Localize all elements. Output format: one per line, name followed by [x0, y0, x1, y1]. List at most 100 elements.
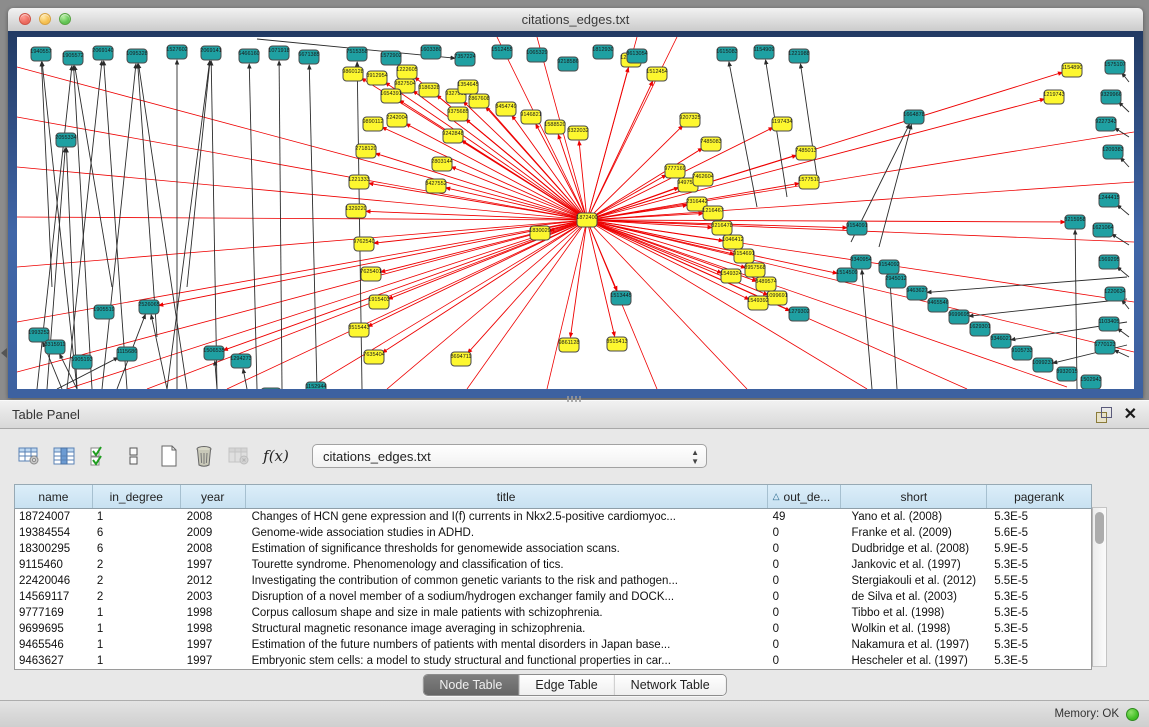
graph-node[interactable]: 1577510 [798, 175, 819, 189]
divider-grip-handle[interactable] [567, 396, 583, 402]
graph-node[interactable]: 1572902 [380, 51, 401, 65]
graph-node[interactable]: 6770123 [1094, 340, 1115, 354]
graph-node[interactable]: 1221333 [348, 175, 369, 189]
row-selection-icon[interactable] [86, 443, 112, 469]
graph-node[interactable]: 8322032 [567, 126, 588, 140]
graph-node[interactable]: 1513445 [610, 291, 631, 305]
graph-node[interactable]: 9154691 [733, 249, 754, 263]
graph-node[interactable]: 7485083 [700, 137, 721, 151]
graph-node[interactable]: 9154091 [846, 221, 867, 235]
graph-node[interactable]: 2718120 [355, 144, 376, 158]
column-header-name[interactable]: name [15, 485, 93, 508]
graph-node[interactable]: 1209383 [1102, 145, 1123, 159]
graph-node[interactable]: 1588520 [544, 120, 565, 134]
graph-node[interactable]: 1219743 [1043, 90, 1064, 104]
graph-node[interactable]: 2945012 [885, 274, 906, 288]
graph-node[interactable]: 7357224 [454, 52, 475, 66]
graph-node[interactable]: 6671385 [298, 50, 319, 64]
table-row[interactable]: 946362711997Embryonic stem cells: a mode… [15, 653, 1091, 669]
graph-node[interactable]: 1046412 [722, 235, 743, 249]
graph-node[interactable]: 1603380 [420, 45, 441, 59]
graph-node[interactable]: 1154909 [753, 45, 774, 59]
graph-node[interactable]: 8427552 [425, 179, 446, 193]
column-header-title[interactable]: title [246, 485, 768, 508]
graph-node[interactable]: 2055334 [55, 133, 76, 147]
panel-collapse-arrow[interactable] [1, 348, 7, 358]
column-header-pagerank[interactable]: pagerank [987, 485, 1091, 508]
graph-node[interactable]: 1872400 [576, 213, 597, 227]
table-row[interactable]: 2242004622012Investigating the contribut… [15, 573, 1091, 589]
graph-node[interactable]: 2526065 [138, 300, 159, 314]
graph-node[interactable]: 1664878 [903, 110, 924, 124]
table-row[interactable]: 977716911998Corpus callosum shape and si… [15, 605, 1091, 621]
graph-node[interactable]: 1615083 [716, 47, 737, 61]
graph-node[interactable]: 9207325 [679, 113, 700, 127]
graph-node[interactable]: 1220634 [1104, 287, 1125, 301]
graph-node[interactable]: 1549324 [720, 269, 741, 283]
graph-node[interactable]: 6466160 [238, 49, 259, 63]
graph-node[interactable]: 2069141 [200, 46, 221, 60]
graph-node[interactable]: 7635404 [363, 350, 384, 364]
graph-node[interactable]: 9227343 [1095, 117, 1116, 131]
graph-node[interactable]: 9465546 [927, 298, 948, 312]
graph-node[interactable]: 3315911 [44, 340, 65, 354]
table-row[interactable]: 946554611997Estimation of the future num… [15, 637, 1091, 653]
table-settings-icon[interactable] [16, 443, 42, 469]
rows-icon[interactable] [121, 443, 147, 469]
table-row[interactable]: 1938455462009Genome-wide association stu… [15, 525, 1091, 541]
network-window-titlebar[interactable]: citations_edges.txt [8, 8, 1143, 32]
graph-node[interactable]: 1071918 [268, 46, 289, 60]
graph-node[interactable]: 1905572 [62, 51, 83, 65]
graph-node[interactable]: 1830029 [529, 226, 550, 240]
graph-node[interactable]: 1099691 [766, 291, 787, 305]
graph-node[interactable]: 7485013 [795, 146, 816, 160]
graph-node[interactable]: 1099231 [1032, 358, 1053, 372]
graph-node[interactable]: 9105733 [1011, 346, 1032, 360]
column-header-out_de[interactable]: △out_de... [768, 485, 842, 508]
table-row[interactable]: 911546021997Tourette syndrome. Phenomeno… [15, 557, 1091, 573]
graph-node[interactable]: 8454749 [495, 102, 516, 116]
delete-table-icon[interactable] [191, 443, 217, 469]
column-header-short[interactable]: short [841, 485, 987, 508]
table-row[interactable]: 1872400712008Changes of HCN gene express… [15, 509, 1091, 525]
graph-node[interactable]: 1065329 [526, 48, 547, 62]
graph-node[interactable]: 2242004 [386, 113, 407, 127]
graph-node[interactable]: 1154890 [1061, 63, 1082, 77]
graph-node[interactable]: 1506535 [203, 346, 224, 360]
graph-node[interactable]: 8346021 [990, 334, 1011, 348]
graph-node[interactable]: 8186328 [418, 83, 439, 97]
graph-node[interactable]: 2867608 [468, 94, 489, 108]
graph-node[interactable]: 9218586 [557, 57, 578, 71]
column-header-year[interactable]: year [181, 485, 246, 508]
graph-node[interactable]: 1502943 [1080, 375, 1101, 389]
graph-node[interactable]: 1197434 [771, 117, 792, 131]
graph-node[interactable]: 8932015 [1056, 367, 1077, 381]
tab-network-table[interactable]: Network Table [614, 675, 726, 695]
graph-node[interactable]: 1549392 [747, 296, 768, 310]
table-vertical-scrollbar[interactable] [1092, 507, 1107, 667]
graph-node[interactable]: 1812930 [592, 45, 613, 59]
graph-node[interactable]: 9154092 [878, 260, 899, 274]
select-columns-icon[interactable] [51, 443, 77, 469]
graph-node[interactable]: 9777169 [664, 164, 685, 178]
graph-node[interactable]: 1222605 [396, 65, 417, 79]
table-row[interactable]: 1830029562008Estimation of significance … [15, 541, 1091, 557]
graph-node[interactable]: 7462604 [692, 172, 713, 186]
graph-node[interactable]: 1629301 [969, 322, 990, 336]
graph-node[interactable]: 1621064 [1092, 223, 1113, 237]
graph-node[interactable]: 1569295 [1098, 255, 1119, 269]
column-header-in_degree[interactable]: in_degree [93, 485, 181, 508]
table-row[interactable]: 1456911722003Disruption of a novel membe… [15, 589, 1091, 605]
graph-node[interactable]: 8694711 [450, 352, 471, 366]
graph-node[interactable]: 8613054 [626, 49, 647, 63]
graph-node[interactable]: 3489574 [755, 277, 776, 291]
graph-node[interactable]: 1354645 [457, 80, 478, 94]
graph-node[interactable]: 1329220 [345, 204, 366, 218]
graph-node[interactable]: 1940557 [30, 47, 51, 61]
graph-node[interactable]: 1527602 [166, 45, 187, 59]
graph-node[interactable]: 9329966 [1100, 90, 1121, 104]
network-graph-canvas[interactable]: 1872400986012889129541222605982750416543… [17, 37, 1134, 389]
graph-node[interactable]: 1512454 [646, 67, 667, 81]
graph-node[interactable]: 8957568 [744, 263, 765, 277]
graph-node[interactable]: 7625401 [360, 267, 381, 281]
